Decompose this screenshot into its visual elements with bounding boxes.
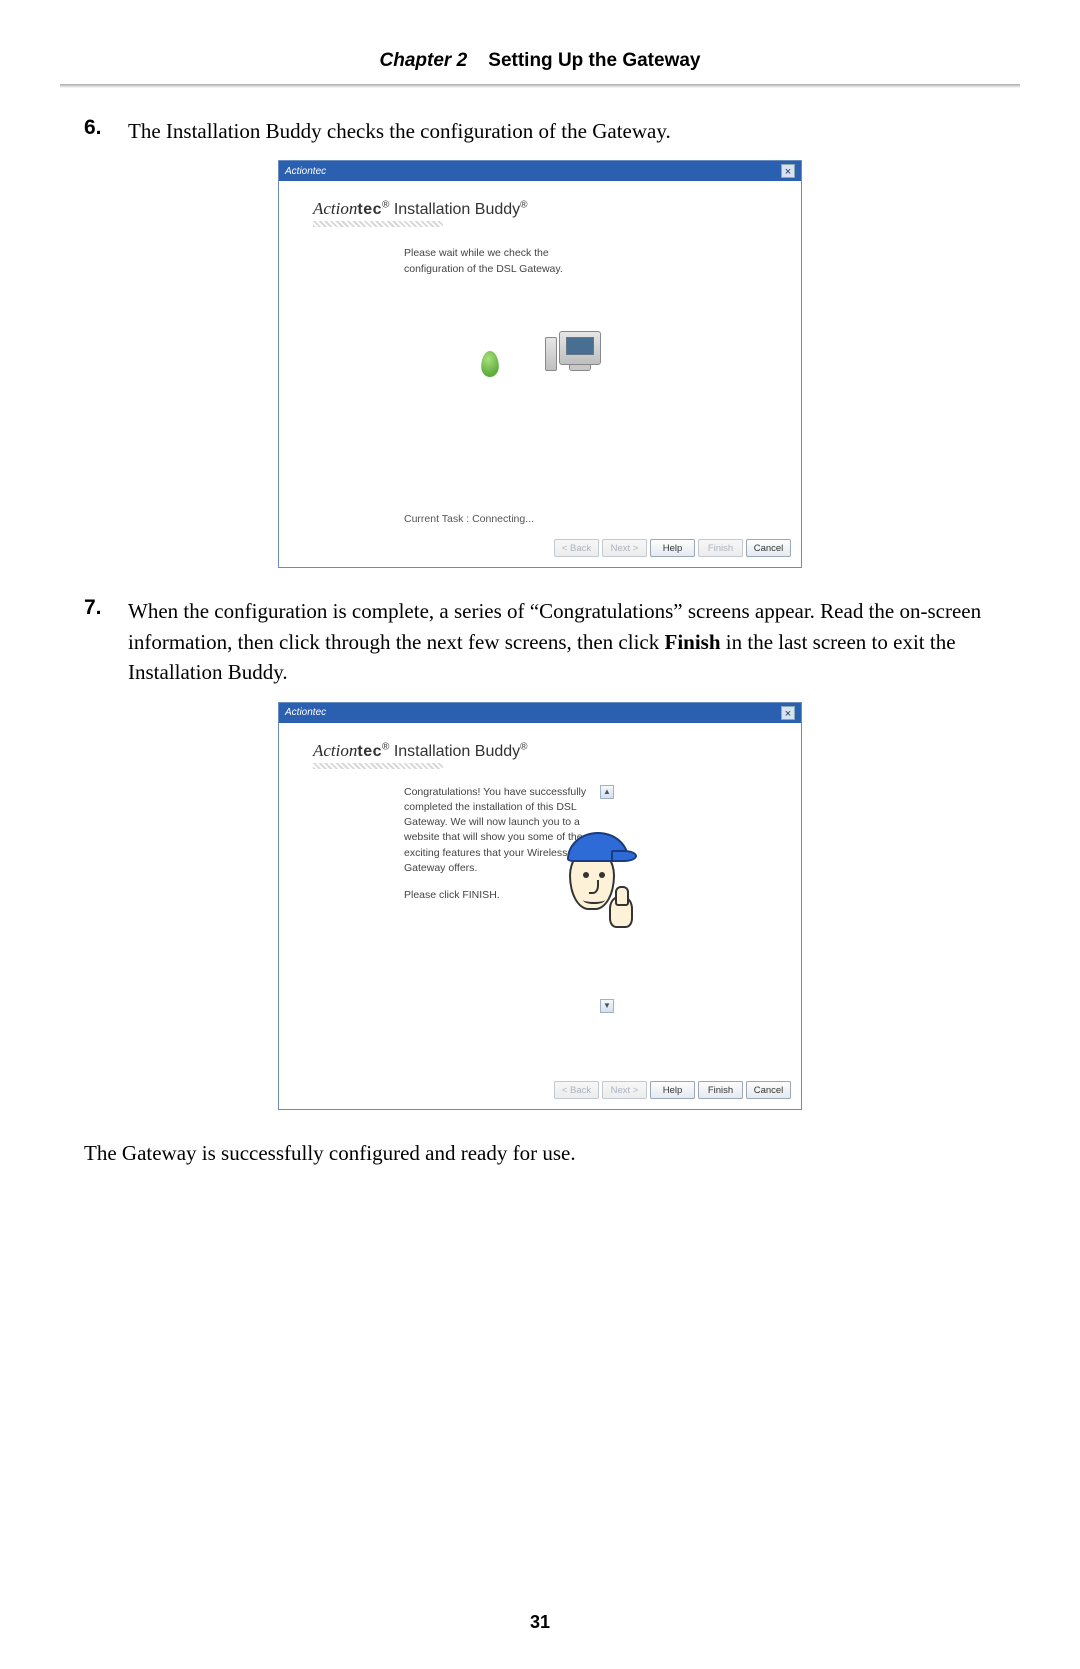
installer-window-congrats: Actiontec × Actiontec ® Installation Budd…	[278, 702, 802, 1110]
globe-icon	[481, 351, 499, 377]
step-text-bold: Finish	[665, 630, 721, 654]
figure-2: Actiontec × Actiontec ® Installation Budd…	[80, 702, 1000, 1110]
step-7: 7. When the configuration is complete, a…	[80, 596, 1000, 687]
brand-underline	[313, 763, 443, 769]
titlebar-text: Actiontec	[285, 166, 326, 177]
finish-button[interactable]: Finish	[698, 1081, 743, 1099]
back-button: < Back	[554, 539, 599, 557]
next-button: Next >	[602, 1081, 647, 1099]
status-message: Please wait while we check the configura…	[404, 246, 604, 276]
brand-logo-action: Action	[313, 741, 357, 760]
installer-window-checking: Actiontec × Actiontec ® Installation Budd…	[278, 160, 802, 568]
step-text: When the configuration is complete, a se…	[128, 596, 1000, 687]
chapter-label: Chapter 2	[380, 50, 468, 71]
next-button: Next >	[602, 539, 647, 557]
help-button[interactable]: Help	[650, 1081, 695, 1099]
step-text: The Installation Buddy checks the config…	[128, 116, 1000, 146]
step-6: 6. The Installation Buddy checks the con…	[80, 116, 1000, 146]
scroll-up-icon[interactable]: ▲	[600, 785, 614, 799]
button-bar: < Back Next > Help Finish Cancel	[554, 1081, 791, 1099]
titlebar-text: Actiontec	[285, 707, 326, 718]
buddy-character-icon	[569, 848, 639, 938]
page-number: 31	[0, 1612, 1080, 1633]
closing-text: The Gateway is successfully configured a…	[84, 1138, 1000, 1168]
figure-1: Actiontec × Actiontec ® Installation Budd…	[80, 160, 1000, 568]
current-task-text: Current Task : Connecting...	[404, 513, 534, 525]
cancel-button[interactable]: Cancel	[746, 539, 791, 557]
computer-icon	[559, 331, 601, 365]
close-icon[interactable]: ×	[781, 164, 795, 178]
brand-logo-tec: tec	[357, 201, 382, 218]
back-button: < Back	[554, 1081, 599, 1099]
page-header: Chapter 2 Setting Up the Gateway	[80, 50, 1000, 84]
chapter-title: Setting Up the Gateway	[488, 50, 700, 71]
scroll-down-icon[interactable]: ▼	[600, 999, 614, 1013]
close-icon[interactable]: ×	[781, 706, 795, 720]
finish-button: Finish	[698, 539, 743, 557]
registered-mark-2: ®	[520, 741, 527, 752]
cancel-button[interactable]: Cancel	[746, 1081, 791, 1099]
product-name: Installation Buddy	[389, 201, 520, 218]
brand-logo-tec: tec	[357, 743, 382, 760]
step-number: 6.	[80, 116, 128, 146]
brand-underline	[313, 221, 443, 227]
window-titlebar: Actiontec ×	[279, 161, 801, 181]
brand-logo-action: Action	[313, 199, 357, 218]
help-button[interactable]: Help	[650, 539, 695, 557]
step-number: 7.	[80, 596, 128, 687]
product-name: Installation Buddy	[389, 743, 520, 760]
header-divider	[60, 84, 1020, 88]
button-bar: < Back Next > Help Finish Cancel	[554, 539, 791, 557]
window-titlebar: Actiontec ×	[279, 703, 801, 723]
registered-mark-2: ®	[520, 200, 527, 211]
